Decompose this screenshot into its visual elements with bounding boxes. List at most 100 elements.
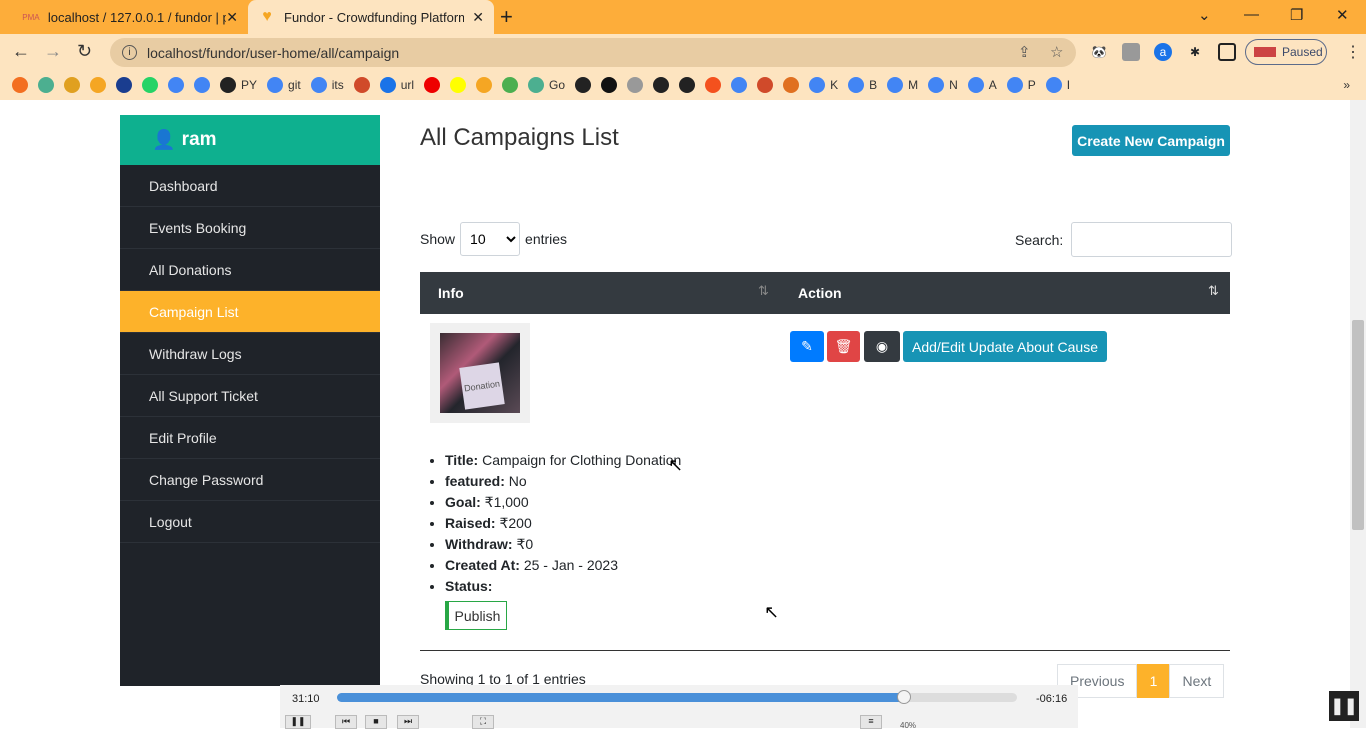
sidebar-item-change-password[interactable]: Change Password <box>120 459 380 501</box>
close-window-button[interactable]: ✕ <box>1336 6 1349 24</box>
reload-icon[interactable]: ↻ <box>77 41 92 62</box>
entries-select[interactable]: 10 <box>460 222 521 256</box>
sort-icon[interactable]: ⇅ <box>758 283 769 299</box>
tab-phpmyadmin[interactable]: PMA localhost / 127.0.0.1 / fundor | ph … <box>12 0 248 34</box>
sidebar-item-campaign-list[interactable]: Campaign List <box>120 291 380 333</box>
playlist-icon[interactable]: ≡ <box>860 715 882 729</box>
bookmark[interactable] <box>502 77 519 93</box>
create-campaign-button[interactable]: Create New Campaign <box>1072 125 1230 156</box>
bookmark[interactable] <box>353 77 370 93</box>
bookmark[interactable] <box>64 77 80 93</box>
stop-icon[interactable]: ■ <box>365 715 387 729</box>
sidebar-item-edit-profile[interactable]: Edit Profile <box>120 417 380 459</box>
add-edit-update-button[interactable]: Add/Edit Update About Cause <box>903 331 1107 362</box>
bookmark-icon <box>705 77 722 93</box>
bookmark[interactable]: its <box>310 77 344 93</box>
bookmark[interactable] <box>679 77 696 93</box>
bookmark[interactable] <box>116 77 132 93</box>
edit-button[interactable]: ✎ <box>790 331 824 362</box>
bookmark[interactable]: P <box>1006 77 1036 93</box>
bookmark[interactable]: url <box>379 77 414 93</box>
pause-icon[interactable]: ❚❚ <box>1329 691 1359 721</box>
puzzle-icon[interactable]: ✱ <box>1186 43 1204 61</box>
bookmark-label: PY <box>241 78 258 92</box>
sidebar-item-events-booking[interactable]: Events Booking <box>120 207 380 249</box>
star-icon[interactable]: ☆ <box>1050 43 1063 61</box>
a-extension-icon[interactable]: a <box>1154 43 1172 61</box>
tab-fundor[interactable]: ♥ Fundor - Crowdfunding Platform ✕ <box>248 0 494 34</box>
bookmark[interactable] <box>12 77 28 93</box>
bookmark[interactable] <box>476 77 493 93</box>
bookmark[interactable]: A <box>967 77 997 93</box>
minimize-button[interactable]: — <box>1244 6 1259 23</box>
bookmark[interactable] <box>424 77 441 93</box>
search-input[interactable] <box>1071 222 1233 257</box>
table-header: Info ⇅ Action ⇅ <box>420 272 1230 314</box>
sidebar-item-all-donations[interactable]: All Donations <box>120 249 380 291</box>
share-icon[interactable]: ⇪ <box>1018 43 1031 61</box>
media-player-controls: 31:10 -06:16 ❚❚ ⏮ ■ ⏭ ⛶ ≡ 40% <box>280 685 1078 730</box>
sidebar-item-logout[interactable]: Logout <box>120 501 380 543</box>
panda-extension-icon[interactable]: 🐼 <box>1090 43 1108 61</box>
delete-button[interactable]: 🗑 <box>827 331 860 362</box>
scrollbar-thumb[interactable] <box>1352 320 1364 530</box>
previous-icon[interactable]: ⏮ <box>335 715 357 729</box>
bookmark[interactable] <box>627 77 644 93</box>
page-1-button[interactable]: 1 <box>1137 664 1170 698</box>
bookmark[interactable] <box>142 77 158 93</box>
sort-icon[interactable]: ⇅ <box>1208 283 1219 299</box>
address-bar[interactable]: i localhost/fundor/user-home/all/campaig… <box>110 38 1076 67</box>
bookmark[interactable] <box>168 77 184 93</box>
bookmark[interactable] <box>731 77 748 93</box>
bookmark[interactable] <box>705 77 722 93</box>
bookmark-icon <box>220 77 236 93</box>
pause-icon[interactable]: ❚❚ <box>285 715 311 729</box>
bookmark[interactable]: M <box>887 77 918 93</box>
bookmark[interactable]: git <box>267 77 301 93</box>
bookmark[interactable] <box>90 77 106 93</box>
bookmark[interactable] <box>653 77 670 93</box>
more-bookmarks-icon[interactable]: » <box>1343 78 1350 92</box>
bookmark[interactable] <box>194 77 210 93</box>
bookmark-icon <box>528 77 545 93</box>
bookmark[interactable]: PY <box>220 77 257 93</box>
column-info[interactable]: Info <box>438 285 464 301</box>
seek-handle[interactable] <box>897 690 912 704</box>
bookmark-icon <box>1006 77 1023 93</box>
bookmark[interactable] <box>783 77 800 93</box>
view-button[interactable]: ◉ <box>864 331 900 362</box>
side-panel-icon[interactable] <box>1218 43 1236 61</box>
site-info-icon[interactable]: i <box>122 45 137 60</box>
sidebar-item-dashboard[interactable]: Dashboard <box>120 165 380 207</box>
bookmark[interactable] <box>757 77 774 93</box>
forward-icon[interactable]: → <box>44 41 62 62</box>
next-button[interactable]: Next <box>1169 664 1225 698</box>
extension-icon[interactable] <box>1122 43 1140 61</box>
close-tab-icon[interactable]: ✕ <box>472 9 484 26</box>
fullscreen-icon[interactable]: ⛶ <box>472 715 494 729</box>
back-icon[interactable]: ← <box>12 41 30 62</box>
seek-bar[interactable] <box>337 690 1017 704</box>
bookmark[interactable]: I <box>1045 77 1070 93</box>
tab-search-icon[interactable]: ⌄ <box>1198 6 1211 24</box>
sidebar-item-all-support-ticket[interactable]: All Support Ticket <box>120 375 380 417</box>
bookmark[interactable]: B <box>848 77 877 93</box>
menu-icon[interactable]: ⋮ <box>1345 42 1361 62</box>
bookmark-label: K <box>830 78 839 92</box>
bookmark[interactable] <box>601 77 618 93</box>
restore-button[interactable]: ❐ <box>1290 6 1303 24</box>
bookmark[interactable] <box>38 77 54 93</box>
bookmark[interactable]: K <box>809 77 838 93</box>
volume-level[interactable]: 40% <box>900 721 916 730</box>
new-tab-button[interactable]: + <box>500 4 513 30</box>
bookmark[interactable] <box>575 77 592 93</box>
close-tab-icon[interactable]: ✕ <box>226 9 238 26</box>
sidebar-item-withdraw-logs[interactable]: Withdraw Logs <box>120 333 380 375</box>
bookmark-icon <box>731 77 748 93</box>
bookmark[interactable]: Go <box>528 77 565 93</box>
bookmark[interactable]: N <box>928 77 958 93</box>
column-action[interactable]: Action <box>798 285 842 301</box>
profile-button[interactable]: Paused <box>1245 39 1327 65</box>
next-icon[interactable]: ⏭ <box>397 715 419 729</box>
bookmark[interactable] <box>450 77 467 93</box>
